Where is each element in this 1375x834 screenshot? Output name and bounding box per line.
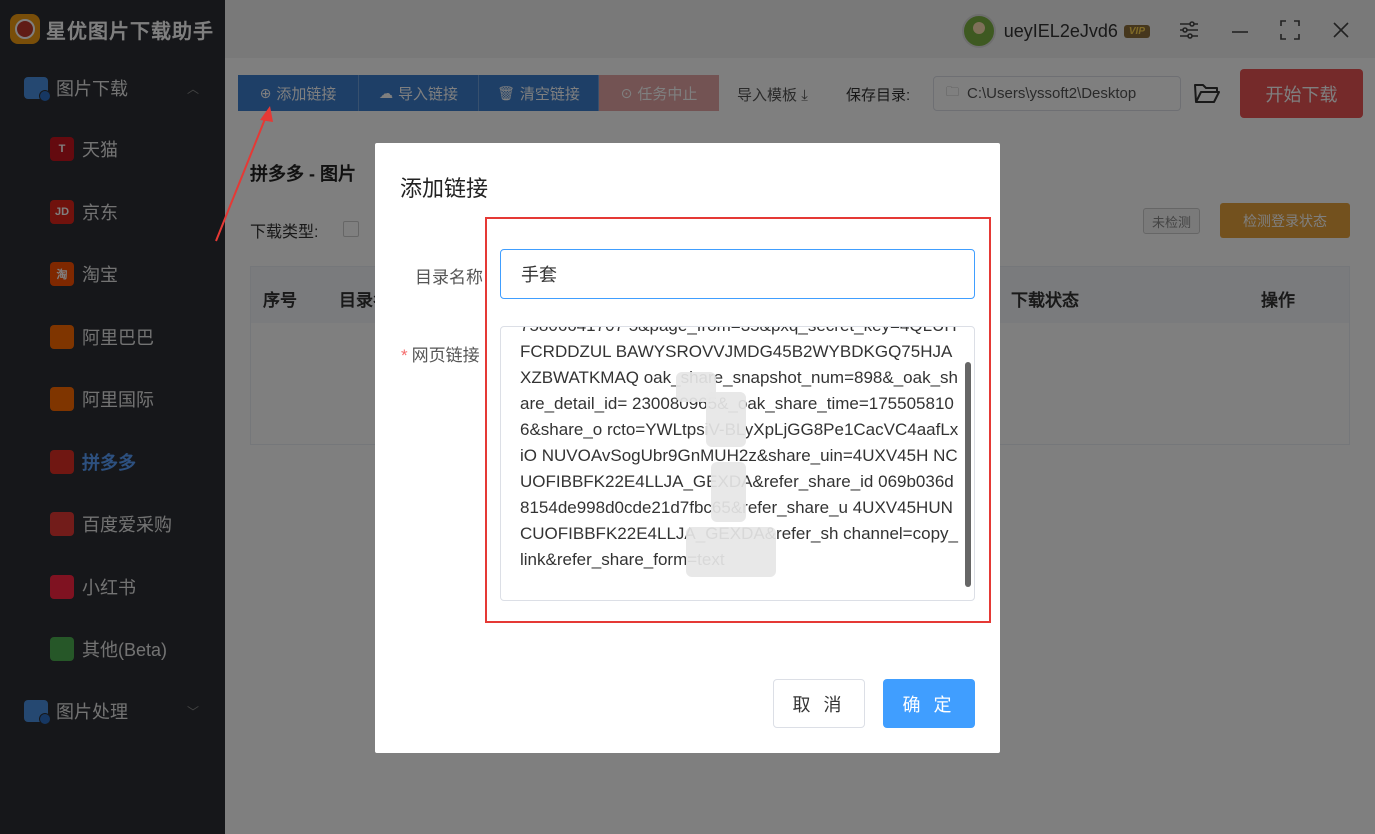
url-label: * 网页链接 — [401, 346, 480, 365]
annotation-arrow — [215, 106, 273, 242]
dialog-title: 添加链接 — [400, 176, 489, 201]
dir-name-label: 目录名称 — [415, 268, 483, 287]
required-asterisk: * — [401, 346, 408, 365]
confirm-button[interactable]: 确 定 — [883, 679, 975, 728]
add-link-dialog: 添加链接 目录名称 手套 *网页链接 75806641707 5&page_fr… — [375, 143, 1000, 753]
highlight-box — [485, 217, 991, 623]
cancel-button[interactable]: 取 消 — [773, 679, 865, 728]
